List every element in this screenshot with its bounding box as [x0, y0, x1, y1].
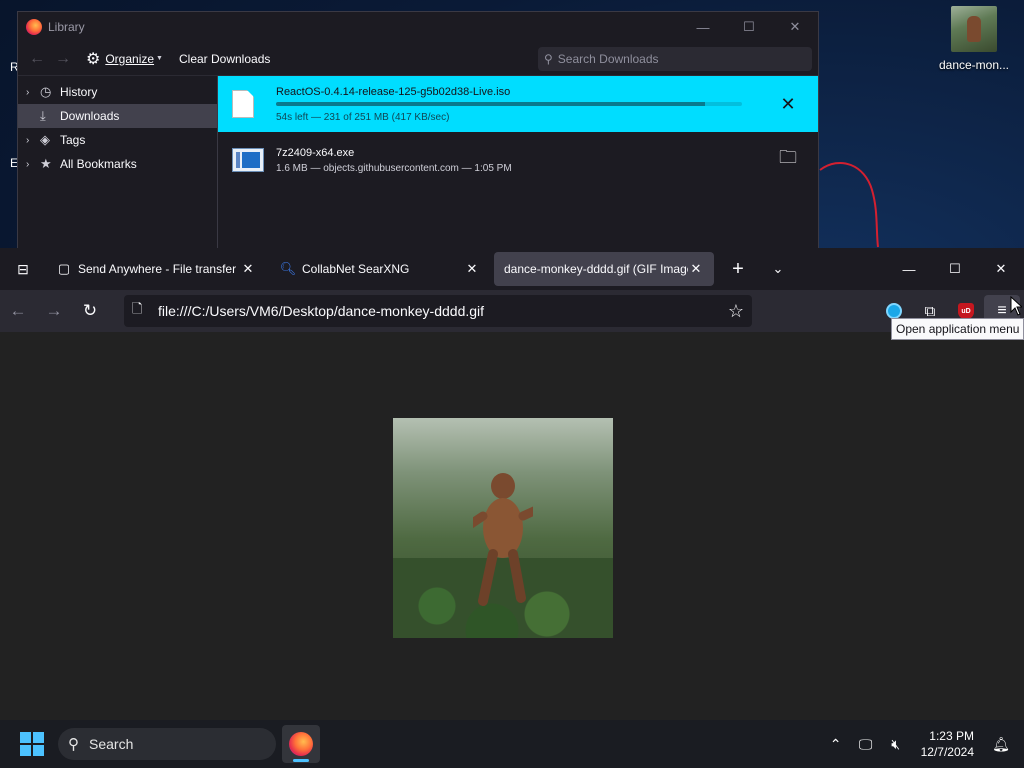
back-arrow-icon[interactable]: ← — [0, 301, 36, 321]
cancel-download-button[interactable]: ✕ — [758, 94, 818, 115]
library-toolbar: ← → ⚙ Organize ▼ Clear Downloads ⚲ Searc… — [18, 42, 818, 76]
library-window: Library — ☐ ✕ ← → ⚙ Organize ▼ Clear Dow… — [17, 11, 819, 249]
taskbar: ⚲ Search ⌃ 🖵 🔇︎ 1:23 PM 12/7/2024 🔔︎ — [0, 720, 1024, 768]
tooltip: Open application menu — [891, 318, 1024, 340]
sidebar-item-label: Downloads — [60, 109, 120, 123]
forward-arrow-icon[interactable]: → — [50, 50, 76, 68]
sidebar-item-history[interactable]: › ◷ History — [18, 80, 217, 104]
library-sidebar: › ◷ History ⤓ Downloads › ◈ Tags › ★ All… — [18, 76, 218, 249]
file-icon — [232, 90, 254, 118]
taskbar-search-label: Search — [89, 736, 134, 752]
downloads-list: ReactOS-0.4.14-release-125-g5b02d38-Live… — [218, 76, 818, 249]
library-title: Library — [48, 20, 85, 34]
reload-icon[interactable]: ↻ — [72, 301, 108, 321]
organize-button[interactable]: ⚙ Organize ▼ — [86, 49, 163, 69]
taskbar-firefox-button[interactable] — [282, 725, 320, 763]
search-placeholder: Search Downloads — [557, 51, 659, 66]
chevron-down-icon: ▼ — [156, 55, 163, 62]
taskbar-search[interactable]: ⚲ Search — [58, 728, 276, 760]
tab-searxng[interactable]: 🔍︎ CollabNet SearXNG ✕ — [270, 252, 490, 286]
red-scribble — [819, 161, 879, 248]
new-tab-button[interactable]: + — [718, 258, 758, 281]
search-downloads-input[interactable]: ⚲ Search Downloads — [538, 46, 812, 71]
firefox-logo-icon — [26, 19, 42, 35]
download-status: 1.6 MB — objects.githubusercontent.com —… — [276, 162, 512, 174]
tab-close-icon[interactable]: ✕ — [688, 261, 704, 277]
organize-label: Organize — [105, 51, 155, 66]
show-in-folder-icon[interactable]: 🗀 — [758, 145, 818, 175]
download-item[interactable]: ReactOS-0.4.14-release-125-g5b02d38-Live… — [218, 76, 818, 132]
sidebar-item-downloads[interactable]: ⤓ Downloads — [18, 104, 217, 128]
tab-label: Send Anywhere - File transfer — [78, 262, 237, 276]
monkey-figure — [473, 473, 533, 606]
download-filename: 7z2409-x64.exe — [276, 146, 355, 159]
firefox-window: ⊟ ▢ Send Anywhere - File transfer ✕ 🔍︎ C… — [0, 248, 1024, 720]
nav-bar: ← → ↻ 🗋 file:///C:/Users/VM6/Desktop/dan… — [0, 290, 1024, 332]
sidebar-item-tags[interactable]: › ◈ Tags — [18, 128, 217, 152]
close-button[interactable]: ✕ — [772, 12, 818, 42]
chevron-up-icon[interactable]: ⌃ — [821, 736, 851, 753]
clear-downloads-button[interactable]: Clear Downloads — [179, 52, 270, 66]
desktop-icon-label: dance-mon... — [938, 58, 1010, 72]
tab-close-icon[interactable]: ✕ — [464, 261, 480, 277]
star-icon: ★ — [40, 156, 52, 171]
forward-arrow-icon[interactable]: → — [36, 301, 72, 321]
tab-dance-monkey-gif[interactable]: dance-monkey-dddd.gif (GIF Image ✕ — [494, 252, 714, 286]
maximize-button[interactable]: ☐ — [726, 12, 772, 42]
download-filename: ReactOS-0.4.14-release-125-g5b02d38-Live… — [276, 85, 511, 98]
tab-bar: ⊟ ▢ Send Anywhere - File transfer ✕ 🔍︎ C… — [0, 248, 1024, 290]
gif-thumbnail-icon — [951, 6, 997, 52]
minimize-button[interactable]: — — [886, 254, 932, 284]
maximize-button[interactable]: ☐ — [932, 254, 978, 284]
desktop-icon-dance-monkey[interactable]: dance-mon... — [936, 6, 1012, 72]
url-text: file:///C:/Users/VM6/Desktop/dance-monke… — [158, 303, 485, 319]
search-icon: ⚲ — [544, 51, 553, 66]
mouse-cursor-icon — [1010, 296, 1022, 316]
sidebar-item-all-bookmarks[interactable]: › ★ All Bookmarks — [18, 152, 217, 176]
download-progress-bar — [276, 101, 742, 106]
minimize-button[interactable]: — — [680, 12, 726, 42]
dance-monkey-gif-image[interactable] — [393, 418, 613, 638]
send-anywhere-icon: ▢ — [57, 261, 71, 276]
date-text: 12/7/2024 — [920, 745, 974, 759]
sidebar-item-label: All Bookmarks — [60, 157, 137, 171]
tab-label: CollabNet SearXNG — [302, 262, 410, 276]
installer-icon — [232, 148, 264, 172]
volume-muted-icon[interactable]: 🔇︎ — [881, 736, 911, 753]
system-tray: ⌃ 🖵 🔇︎ 1:23 PM 12/7/2024 🔔︎ — [821, 728, 1024, 760]
tag-icon: ◈ — [40, 132, 50, 147]
page-icon: 🗋 — [132, 301, 143, 316]
tab-close-icon[interactable]: ✕ — [240, 261, 256, 277]
clock-icon: ◷ — [40, 84, 52, 99]
twisty-icon[interactable]: › — [26, 159, 40, 170]
back-arrow-icon[interactable]: ← — [24, 50, 50, 68]
twisty-icon[interactable]: › — [26, 135, 40, 146]
tab-label: dance-monkey-dddd.gif (GIF Image — [504, 262, 688, 276]
close-button[interactable]: ✕ — [978, 254, 1024, 284]
firefox-logo-icon — [289, 732, 313, 756]
tab-send-anywhere[interactable]: ▢ Send Anywhere - File transfer ✕ — [46, 252, 266, 286]
download-icon: ⤓ — [40, 108, 46, 123]
windows-start-icon[interactable] — [20, 732, 44, 756]
bookmark-star-icon[interactable]: ☆ — [728, 301, 744, 322]
gear-icon: ⚙ — [86, 50, 101, 68]
clock[interactable]: 1:23 PM 12/7/2024 — [921, 728, 974, 760]
url-bar[interactable]: 🗋 file:///C:/Users/VM6/Desktop/dance-mon… — [124, 295, 752, 327]
download-progress-fill — [276, 101, 705, 106]
page-content — [0, 332, 1024, 720]
search-icon: 🔍︎ — [279, 261, 297, 276]
search-icon: ⚲ — [68, 736, 79, 753]
network-icon[interactable]: 🖵 — [851, 736, 881, 753]
firefox-view-icon[interactable]: ⊟ — [0, 248, 46, 290]
notification-bell-icon[interactable]: 🔔︎ — [986, 736, 1016, 753]
download-status: 54s left — 231 of 251 MB (417 KB/sec) — [276, 111, 450, 123]
twisty-icon[interactable]: › — [26, 87, 40, 98]
library-titlebar[interactable]: Library — ☐ ✕ — [18, 12, 818, 42]
sidebar-item-label: History — [60, 85, 98, 99]
sidebar-item-label: Tags — [60, 133, 86, 147]
list-all-tabs-icon[interactable]: ⌄ — [758, 261, 798, 277]
download-item[interactable]: 7z2409-x64.exe 1.6 MB — objects.githubus… — [218, 132, 818, 188]
ublock-badge: uD — [958, 303, 974, 319]
time-text: 1:23 PM — [929, 729, 974, 743]
